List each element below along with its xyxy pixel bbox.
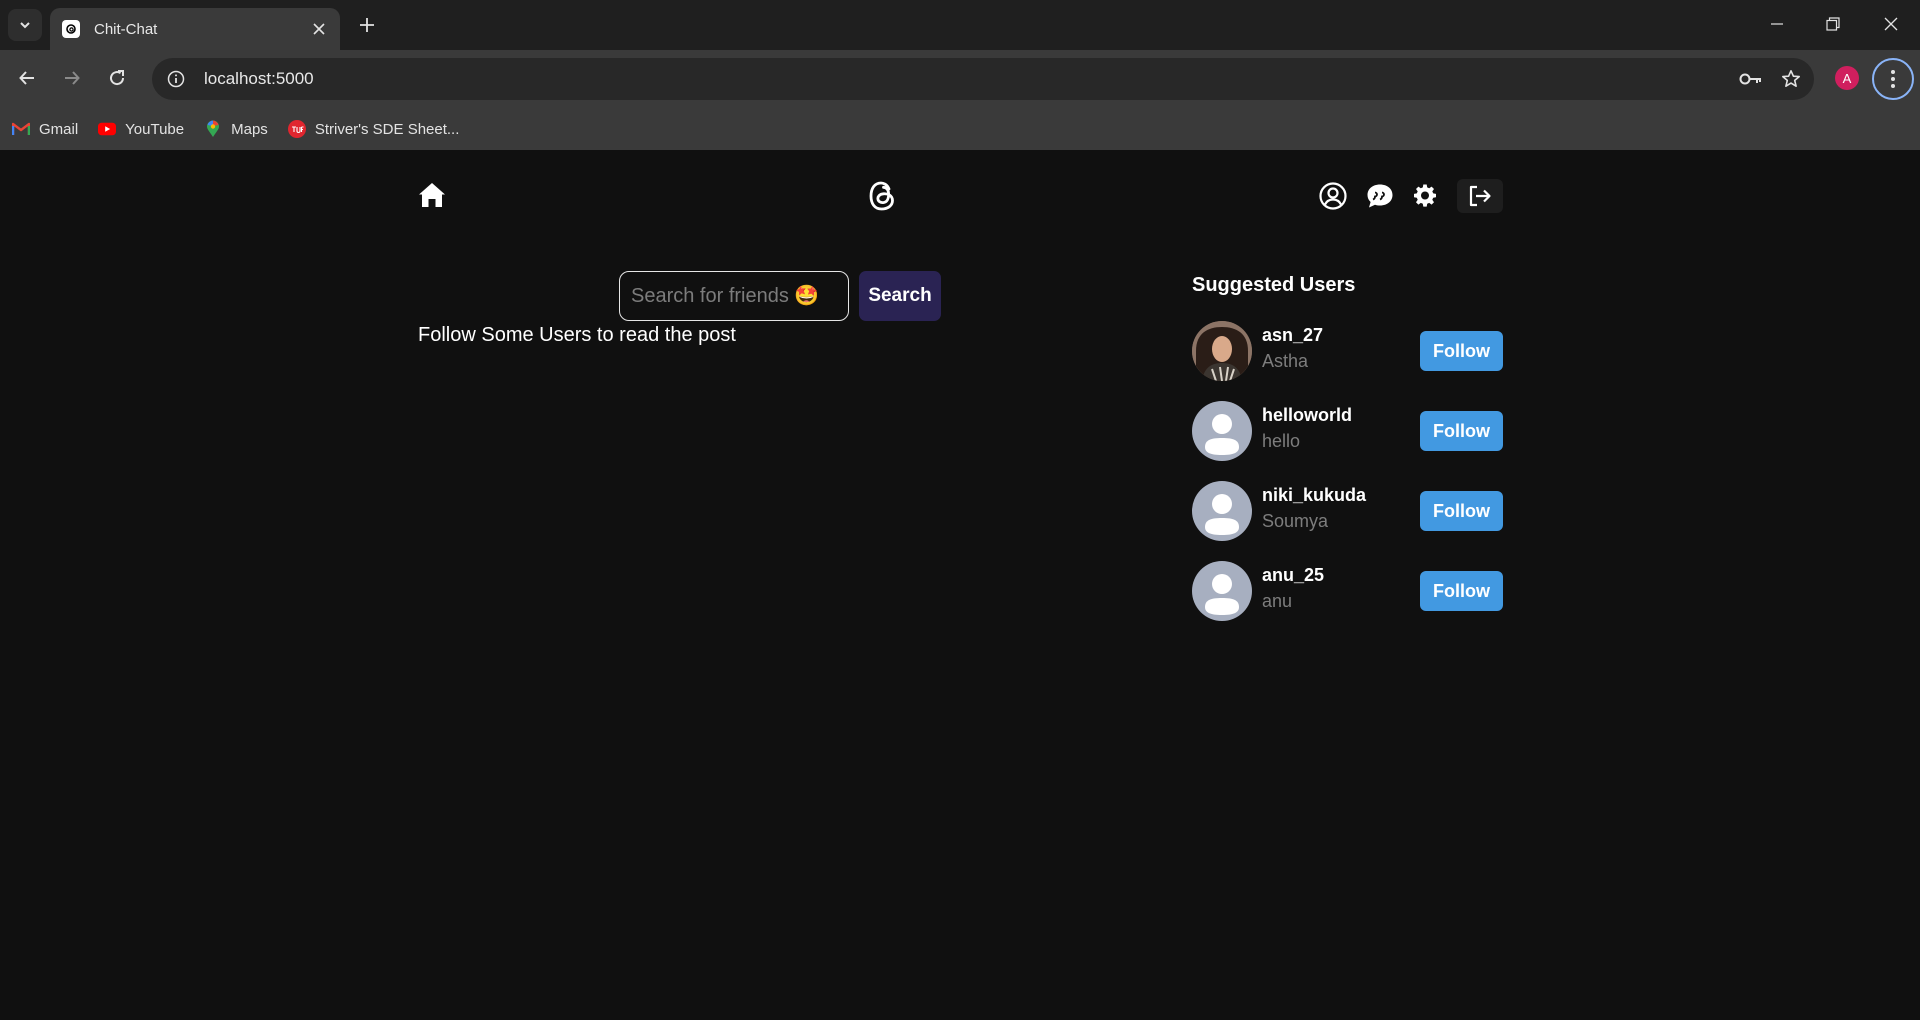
chevron-down-icon xyxy=(20,22,30,29)
suggested-user-row: anu_25 anu Follow xyxy=(1192,561,1504,621)
bookmark-youtube[interactable]: YouTube xyxy=(98,120,184,138)
username[interactable]: helloworld xyxy=(1262,405,1352,426)
forward-button[interactable] xyxy=(55,61,89,95)
settings-icon[interactable] xyxy=(1411,181,1439,209)
restore-icon xyxy=(1826,17,1840,31)
bookmark-label: Maps xyxy=(231,120,268,138)
username[interactable]: asn_27 xyxy=(1262,325,1323,346)
threads-favicon-icon xyxy=(62,20,80,38)
site-info-icon[interactable] xyxy=(162,65,190,93)
user-full-name: Soumya xyxy=(1262,511,1329,531)
close-window-button[interactable] xyxy=(1866,6,1916,42)
user-photo-avatar[interactable] xyxy=(1192,321,1252,381)
arrow-left-icon xyxy=(19,71,34,85)
bookmark-gmail[interactable]: Gmail xyxy=(12,120,78,138)
youtube-icon xyxy=(98,120,117,138)
follow-button[interactable]: Follow xyxy=(1420,411,1503,451)
back-button[interactable] xyxy=(10,61,44,95)
minimize-button[interactable] xyxy=(1752,6,1802,42)
close-icon xyxy=(313,23,325,35)
home-icon[interactable] xyxy=(418,181,446,209)
browser-tab-strip: Chit-Chat xyxy=(0,0,1920,50)
reload-button[interactable] xyxy=(100,61,134,95)
tuf-icon xyxy=(287,120,306,138)
arrow-right-icon xyxy=(65,71,80,85)
app-page: Search Follow Some Users to read the pos… xyxy=(0,150,1920,1020)
bookmarks-bar: Gmail YouTube Maps Striver's SDE Sheet..… xyxy=(0,108,1920,150)
new-tab-button[interactable] xyxy=(352,10,382,40)
suggested-user-row: niki_kukuda Soumya Follow xyxy=(1192,481,1504,541)
kebab-menu-icon xyxy=(1891,70,1895,88)
default-avatar-icon[interactable] xyxy=(1192,561,1252,621)
gmail-icon xyxy=(12,120,30,138)
username[interactable]: niki_kukuda xyxy=(1262,485,1366,506)
chat-icon[interactable] xyxy=(1365,181,1395,211)
logout-icon xyxy=(1469,185,1491,207)
bookmark-star-icon[interactable] xyxy=(1774,62,1808,96)
active-tab[interactable]: Chit-Chat xyxy=(50,8,340,50)
minimize-icon xyxy=(1771,23,1783,25)
browser-menu-button[interactable] xyxy=(1872,58,1914,100)
browser-toolbar: localhost:5000 A Gmail YouTube Maps Stri… xyxy=(0,50,1920,158)
maps-icon xyxy=(204,120,222,138)
bookmark-maps[interactable]: Maps xyxy=(204,120,268,138)
bookmark-label: YouTube xyxy=(125,120,185,138)
bookmark-label: Striver's SDE Sheet... xyxy=(314,120,460,138)
logout-button[interactable] xyxy=(1457,179,1503,213)
empty-feed-message: Follow Some Users to read the post xyxy=(418,324,736,346)
password-key-icon[interactable] xyxy=(1734,62,1768,96)
suggested-users-title: Suggested Users xyxy=(1192,274,1356,296)
browser-profile-avatar[interactable]: A xyxy=(1835,66,1859,90)
close-icon xyxy=(1884,17,1898,31)
reload-icon xyxy=(110,70,125,86)
suggested-user-row: asn_27 Astha Follow xyxy=(1192,321,1504,381)
tab-title: Chit-Chat xyxy=(94,20,158,38)
user-full-name: anu xyxy=(1262,591,1293,611)
follow-button[interactable]: Follow xyxy=(1420,491,1503,531)
tab-close-button[interactable] xyxy=(304,14,334,44)
profile-icon[interactable] xyxy=(1318,181,1348,211)
user-full-name: hello xyxy=(1262,431,1301,451)
url-text: localhost:5000 xyxy=(204,69,314,88)
plus-icon xyxy=(360,18,374,32)
address-bar[interactable]: localhost:5000 xyxy=(152,58,1814,100)
search-input[interactable] xyxy=(619,271,849,321)
user-full-name: Astha xyxy=(1262,351,1309,371)
search-button[interactable]: Search xyxy=(859,271,941,321)
bookmark-label: Gmail xyxy=(39,120,79,138)
suggested-user-row: helloworld hello Follow xyxy=(1192,401,1504,461)
restore-button[interactable] xyxy=(1808,6,1858,42)
follow-button[interactable]: Follow xyxy=(1420,571,1503,611)
default-avatar-icon[interactable] xyxy=(1192,481,1252,541)
tab-search-button[interactable] xyxy=(8,9,42,41)
follow-button[interactable]: Follow xyxy=(1420,331,1503,371)
username[interactable]: anu_25 xyxy=(1262,565,1324,586)
default-avatar-icon[interactable] xyxy=(1192,401,1252,461)
threads-logo-icon[interactable] xyxy=(866,179,898,213)
bookmark-strivers-sheet[interactable]: Striver's SDE Sheet... xyxy=(287,120,460,138)
